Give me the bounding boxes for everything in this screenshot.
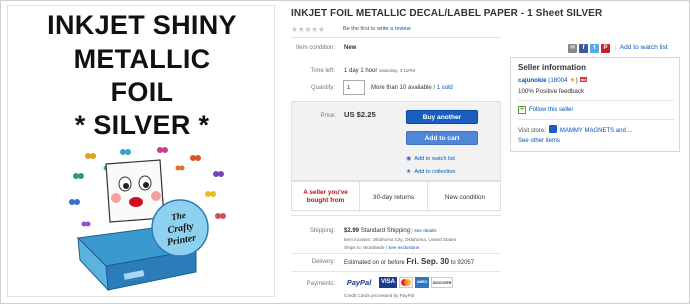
seller-divider-1 [518, 100, 674, 101]
buy-another-button[interactable]: Buy another [406, 110, 478, 124]
crafty-printer-badge: The Crafty Printer [151, 199, 209, 257]
buybox-watch-link[interactable]: ◉ Add to watch list [406, 155, 455, 162]
eye-icon: ◉ [406, 156, 412, 162]
condition-value: New [344, 45, 357, 51]
time-left-end: Saturday, 4:11PM [379, 68, 416, 73]
mastercard-logo [399, 277, 413, 288]
me-badge-icon[interactable]: me [579, 77, 588, 82]
title-divider [291, 37, 501, 38]
review-prefix: Be the first to [343, 26, 377, 32]
pinterest-icon[interactable]: P [601, 44, 610, 53]
time-left-label: Time left: [310, 68, 335, 74]
collection-label: Add to collection [414, 169, 456, 175]
see-details-link[interactable]: See details [414, 228, 437, 233]
seller-line: cajunokie (18004 ★) me [518, 76, 588, 84]
buybox-watch-label: Add to watch list [414, 156, 455, 162]
divider-shipping [291, 215, 501, 216]
info-strip: A seller you've bought from 30-day retur… [291, 181, 501, 212]
item-location: Item location: Oklahoma City, Oklahoma, … [344, 237, 456, 242]
image-title-line-1: INKJET SHINY [47, 10, 237, 40]
shipping-method: Standard Shipping [360, 228, 411, 234]
add-to-cart-button[interactable]: Add to cart [406, 131, 478, 145]
visit-store: Visit store: MAMMY MAGNETS and ... [518, 125, 632, 134]
store-label: Visit store: [518, 128, 546, 134]
condition-label: Item condition: [295, 45, 335, 51]
follow-label: Follow this seller [529, 107, 574, 113]
mastercard-icon [401, 279, 411, 286]
ships-to-text: Ships to: Worldwide [344, 245, 385, 250]
payments-note: Credit Cards processed by PayPal [344, 293, 415, 298]
email-icon[interactable]: ✉ [568, 44, 577, 53]
crafty-printer-illustration: The Crafty Printer [69, 147, 226, 292]
plus-icon: + [518, 106, 526, 114]
buy-box: Price: US $2.25 Buy another Add to cart … [291, 101, 501, 181]
image-title-line-3: FOIL [110, 77, 174, 107]
share-icons: ✉ f t P [568, 44, 610, 53]
visa-logo: VISA [379, 277, 397, 288]
facebook-icon[interactable]: f [579, 44, 588, 53]
availability-count: More than 10 available [371, 85, 432, 91]
delivery-label: Delivery: [311, 259, 335, 265]
feedback-score-link[interactable]: (18004 [548, 77, 567, 84]
payments-label: Payments: [306, 281, 335, 287]
twitter-icon[interactable]: t [590, 44, 599, 53]
divider-delivery [291, 253, 501, 254]
amex-logo: AMEX [415, 277, 429, 288]
sold-count-link[interactable]: 1 sold [437, 85, 453, 91]
condition-badge: New condition [444, 193, 486, 201]
availability-text: More than 10 available / 1 sold [371, 84, 453, 92]
shipping-value: $2.99 Standard Shipping | See details [344, 227, 437, 235]
store-icon [548, 125, 557, 133]
seller-bought-from-badge: A seller you've bought from [292, 182, 360, 212]
time-left-duration: 1 day 1 hour [344, 68, 378, 74]
product-image[interactable]: INKJET SHINY METALLIC FOIL * SILVER * Th… [7, 5, 275, 297]
shipping-cost: $2.99 [344, 228, 360, 234]
image-title-line-4: * SILVER * [74, 110, 210, 140]
delivery-date: Fri. Sep. 30 [406, 257, 450, 266]
seller-name-link[interactable]: cajunokie [518, 77, 547, 84]
header-watch-label: Add to watch list [619, 44, 668, 51]
delivery-prefix: Estimated on or before [344, 260, 407, 266]
paper-character [105, 159, 165, 223]
image-title-line-2: METALLIC [73, 44, 211, 74]
listing-page: INKJET SHINY METALLIC FOIL * SILVER * Th… [0, 0, 690, 304]
star-icon: ★ [406, 169, 412, 175]
returns-badge: 30-day returns [360, 182, 428, 212]
listing-title: INKJET FOIL METALLIC DECAL/LABEL PAPER -… [291, 8, 603, 19]
see-other-items-link[interactable]: See other items [518, 138, 560, 144]
write-review-link[interactable]: write a review [377, 26, 411, 32]
delivery-value: Estimated on or before Fri. Sep. 30 to 9… [344, 258, 474, 267]
positive-feedback: 100% Positive feedback [518, 88, 585, 95]
add-to-collection-link[interactable]: ★ Add to collection [406, 168, 455, 175]
seller-info-panel: Seller information cajunokie (18004 ★) me… [510, 57, 680, 152]
discover-logo: DISCOVER [431, 277, 453, 288]
follow-seller-link[interactable]: + Follow this seller [518, 106, 573, 114]
see-exclusions-link[interactable]: See exclusions [388, 245, 419, 250]
store-name-link[interactable]: MAMMY MAGNETS and ... [560, 128, 633, 134]
seller-divider-2 [518, 119, 674, 120]
delivery-zip: to 92057 [449, 260, 475, 266]
review-prompt: Be the first to write a review [343, 26, 411, 32]
price-value: US $2.25 [344, 110, 376, 119]
quantity-input[interactable] [343, 80, 365, 95]
price-label: Price: [320, 113, 336, 119]
ships-to: Ships to: Worldwide | See exclusions [344, 244, 419, 252]
header-watch-link[interactable]: | Add to watch list [615, 44, 668, 51]
rating-stars[interactable]: ★★★★★ [291, 25, 325, 34]
divider-payments [291, 271, 501, 272]
seller-info-title: Seller information [518, 63, 587, 72]
shipping-label: Shipping: [309, 228, 335, 234]
time-left-value: 1 day 1 hour Saturday, 4:11PM [344, 67, 415, 75]
share-pipe: | [615, 44, 617, 51]
quantity-label: Quantity: [310, 85, 335, 91]
feedback-close: ) [575, 77, 578, 84]
paypal-logo: PayPal [346, 278, 372, 287]
